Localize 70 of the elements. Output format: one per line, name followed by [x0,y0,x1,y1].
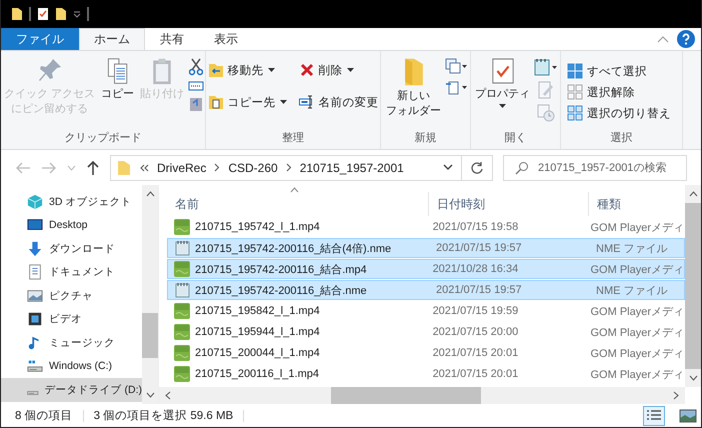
file-row[interactable]: 210715_195742-200116_結合.mp4 2021/10/28 16:34 GOM Playerメディ [167,259,685,279]
file-row[interactable]: 210715_195944_l_1.mp4 2021/07/15 20:00 GOM Playerメディ [167,322,685,342]
nav-item[interactable]: ミュージック [1,331,142,354]
ribbon-tab[interactable]: 表示 [199,28,253,50]
nav-item[interactable]: ビデオ [1,308,142,331]
type-cell-text: GOM Playerメディ [589,326,684,340]
file-name: 210715_200044_l_1.mp4 [195,347,320,359]
nav-item[interactable]: 3D オブジェクト [1,190,142,214]
file-tab[interactable]: ファイル [1,28,79,50]
nav-item[interactable]: ピクチャ [1,284,142,308]
ribbon-button[interactable]: 新しい フォルダー [384,54,443,119]
date-cell-text: 2021/07/15 20:01 [432,368,520,380]
ribbon-button[interactable]: コピー [99,54,136,102]
nav-item[interactable]: データドライブ (D:) [1,378,142,402]
ribbon-button[interactable]: 選択の切り替え [564,103,674,123]
item-count: 8 個の項目 [15,409,73,423]
column-header[interactable]: 名前 [167,192,429,216]
ribbon-button[interactable]: 削除 [296,60,382,80]
file-name: 210715_195842_l_1.mp4 [195,305,320,317]
type-cell-text: GOM Playerメディ [589,220,684,234]
breadcrumb-item[interactable]: 210715_1957-2001 [300,160,404,174]
file-row[interactable]: 210715_200116_l_1.mp4 2021/07/15 20:01 GOM Playerメディ [167,364,685,384]
file-name: 210715_195742_l_1.mp4 [195,221,320,233]
type-cell-text: NME ファイル [595,284,668,298]
breadcrumb-item[interactable]: CSD-260 [228,160,278,174]
type-cell-text: GOM Playerメディ [589,346,684,360]
date-cell-text: 2021/07/15 20:00 [432,326,520,338]
ribbon-button[interactable]: 移動先 [204,60,290,80]
file-name: 210715_195742-200116_結合(4倍).nme [195,242,392,256]
date-cell-text: 2021/07/15 19:59 [432,305,520,317]
ribbon-button[interactable]: コピー先 [204,92,290,112]
nav-item[interactable]: ダウンロード [1,237,142,260]
date-cell-text: 2021/10/28 16:34 [432,263,520,275]
group-label: 選択 [610,131,634,146]
ribbon-button[interactable]: 選択解除 [564,82,638,102]
type-cell-text: GOM Playerメディ [589,304,684,318]
ribbon-tab[interactable]: ホーム [79,28,145,50]
file-row[interactable]: 210715_195842_l_1.mp4 2021/07/15 19:59 GOM Playerメディ [167,301,685,321]
type-cell-text: GOM Playerメディ [589,368,684,382]
ribbon-button[interactable]: プロパティ [473,54,532,108]
date-cell-text: 2021/07/15 20:01 [432,347,520,359]
file-row[interactable]: 210715_195742-200116_結合(4倍).nme 2021/07/15 19:57 NME ファイル [167,238,685,258]
date-cell-text: 2021/07/15 19:58 [432,221,520,233]
date-cell-text: 2021/07/15 19:57 [435,284,523,296]
column-header[interactable]: 日付時刻 [429,192,589,216]
group-label: 開く [504,131,528,146]
address-bar[interactable]: DriveRec CSD-260 210715_1957-2001 [110,154,493,180]
file-name: 210715_195944_l_1.mp4 [195,326,320,338]
file-row[interactable]: 210715_200044_l_1.mp4 2021/07/15 20:01 GOM Playerメディ [167,343,685,363]
group-label: 新規 [414,130,438,146]
date-cell-text: 2021/07/15 19:57 [435,242,523,254]
selection-info: 3 個の項目を選択 59.6 MB [94,408,234,423]
column-header[interactable]: 種類 [589,192,685,216]
file-name: 210715_195742-200116_結合.mp4 [195,262,367,276]
ribbon-button[interactable]: すべて選択 [564,61,650,81]
nav-item[interactable]: Windows (C:) [1,354,142,378]
search-field[interactable]: 210715_1957-2001の検索 [503,154,687,180]
ribbon-button[interactable]: 名前の変更 [296,92,382,112]
file-row[interactable]: 210715_195742_l_1.mp4 2021/07/15 19:58 GOM Playerメディ [167,217,685,237]
group-label: クリップボード [64,130,142,146]
type-cell-text: GOM Playerメディ [589,262,684,276]
breadcrumb-item[interactable]: DriveRec [157,160,206,174]
group-label: 整理 [281,131,305,146]
file-name: 210715_195742-200116_結合.nme [195,284,367,298]
ribbon-tab[interactable]: 共有 [145,28,199,50]
file-name: 210715_200116_l_1.mp4 [195,368,319,380]
nav-item[interactable]: ドキュメント [1,260,142,284]
file-row[interactable]: 210715_195742-200116_結合.nme 2021/07/15 19:57 NME ファイル [167,280,685,300]
type-cell-text: NME ファイル [595,242,668,256]
nav-item[interactable]: Desktop [1,214,142,237]
